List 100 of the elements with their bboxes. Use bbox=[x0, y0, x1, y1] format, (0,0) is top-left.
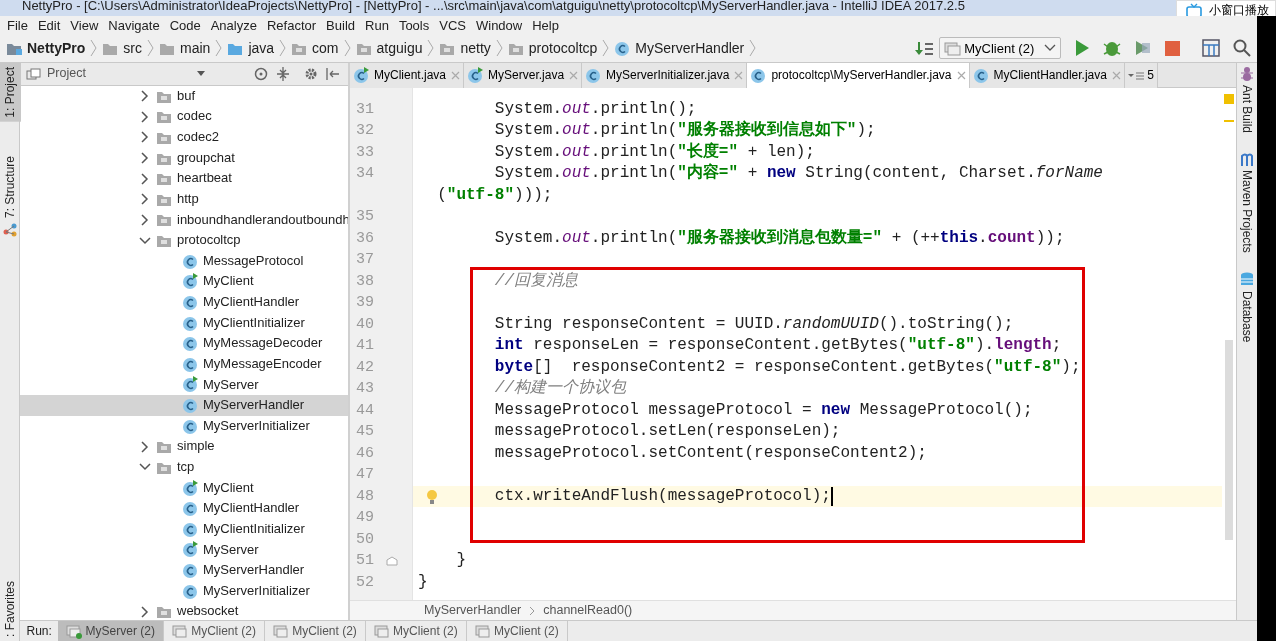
breadcrumb-item[interactable]: protocoltcp bbox=[528, 37, 598, 59]
tree-item[interactable]: MyClient bbox=[203, 477, 254, 499]
menu-item[interactable]: File bbox=[2, 16, 33, 35]
breadcrumb-item[interactable]: atguigu bbox=[376, 37, 423, 59]
coverage-icon[interactable] bbox=[1133, 39, 1151, 58]
dropdown-icon[interactable] bbox=[196, 70, 206, 78]
menu-item[interactable]: Code bbox=[164, 16, 206, 35]
class-icon bbox=[614, 39, 632, 57]
tree-item[interactable]: MessageProtocol bbox=[203, 250, 304, 272]
tool-window-tab[interactable]: 1: Project bbox=[0, 62, 21, 122]
tree-row-highlight[interactable]: MyServerHandler bbox=[20, 395, 348, 416]
menu-item[interactable]: Edit bbox=[32, 16, 66, 35]
tree-item[interactable]: MyMessageDecoder bbox=[203, 333, 323, 354]
breadcrumb-item[interactable]: NettyPro bbox=[27, 37, 86, 59]
tree-item[interactable]: simple bbox=[177, 436, 215, 458]
tree-item[interactable]: MyServerHandler bbox=[203, 560, 305, 581]
sort-icon[interactable] bbox=[914, 40, 933, 56]
editor-tab[interactable]: MyServerInitializer.java bbox=[582, 62, 748, 88]
bug-icon[interactable] bbox=[1102, 39, 1121, 58]
tree-item[interactable]: codec2 bbox=[177, 127, 219, 148]
menu-item[interactable]: Refactor bbox=[261, 16, 322, 35]
warning-marker-icon[interactable] bbox=[1224, 94, 1234, 105]
project-view-icon bbox=[26, 67, 41, 80]
code-line: messageProtocol.setLen(responseLen); bbox=[494, 421, 841, 443]
console-icon bbox=[171, 623, 188, 639]
editor-tab[interactable]: MyClient.java bbox=[350, 62, 465, 88]
tree-item[interactable]: MyClientHandler bbox=[203, 498, 300, 519]
tree-item[interactable]: http bbox=[177, 188, 199, 210]
tree-item[interactable]: MyClientHandler bbox=[203, 292, 300, 313]
tree-item[interactable]: websocket bbox=[177, 601, 239, 620]
run-configuration-dropdown[interactable]: MyClient (2) bbox=[938, 37, 1061, 60]
menu-item[interactable]: Help bbox=[527, 16, 564, 35]
folder-icon bbox=[156, 109, 173, 125]
tree-item[interactable]: MyServerInitializer bbox=[203, 580, 310, 602]
tool-window-tab[interactable]: Ant Build bbox=[1238, 85, 1256, 134]
code-line: System.out.println("服务器接收到消息包数量=" + (++this.count)); bbox=[494, 227, 1065, 249]
close-icon[interactable] bbox=[956, 70, 966, 80]
breadcrumb-item[interactable]: src bbox=[123, 37, 143, 59]
menu-item[interactable]: Run bbox=[360, 16, 394, 35]
panel-title[interactable]: Project bbox=[47, 64, 86, 84]
class-icon bbox=[182, 541, 199, 559]
maven-icon[interactable] bbox=[1240, 152, 1254, 167]
line-number: 41 bbox=[355, 336, 374, 357]
stop-icon[interactable] bbox=[1163, 39, 1181, 57]
tree-item[interactable]: MyClient bbox=[203, 271, 254, 293]
tree-item[interactable]: MyServer bbox=[203, 539, 259, 561]
tree-item[interactable]: groupchat bbox=[177, 147, 235, 169]
collapse-all-icon[interactable] bbox=[276, 66, 290, 81]
tool-window-tab[interactable]: Maven Projects bbox=[1238, 170, 1256, 253]
breadcrumb-item[interactable]: MyServerHandler bbox=[635, 37, 745, 59]
tree-item[interactable]: MyClientInitializer bbox=[203, 518, 305, 540]
tree-item[interactable]: MyClientInitializer bbox=[203, 312, 305, 334]
structure-icon[interactable] bbox=[2, 221, 17, 237]
tree-item[interactable]: MyServerHandler bbox=[203, 395, 305, 416]
editor-tab[interactable]: MyClientHandler.java bbox=[969, 62, 1125, 88]
menu-item[interactable]: Tools bbox=[393, 16, 435, 35]
settings-icon[interactable] bbox=[304, 66, 318, 81]
folder-icon bbox=[156, 171, 173, 187]
tv-icon bbox=[1186, 2, 1202, 16]
database-icon[interactable] bbox=[1240, 272, 1254, 288]
menu-item[interactable]: Window bbox=[470, 16, 528, 35]
menu-item[interactable]: View bbox=[65, 16, 104, 35]
hide-panel-icon[interactable] bbox=[326, 66, 340, 81]
tree-item[interactable]: MyMessageEncoder bbox=[203, 353, 322, 375]
tree-item[interactable]: codec bbox=[177, 106, 212, 128]
editor-tab[interactable]: MyServer.java bbox=[464, 62, 583, 88]
breadcrumb-item[interactable]: netty bbox=[460, 37, 491, 59]
breadcrumb-item[interactable]: channelRead0() bbox=[543, 601, 633, 620]
breadcrumb-item[interactable]: java bbox=[248, 37, 275, 59]
breadcrumb-item[interactable]: MyServerHandler bbox=[424, 601, 522, 620]
tree-item[interactable]: buf bbox=[177, 85, 196, 107]
menu-item[interactable]: Build bbox=[321, 16, 360, 35]
project-structure-icon[interactable] bbox=[1201, 39, 1220, 58]
scrollbar-thumb[interactable] bbox=[1225, 340, 1233, 540]
search-icon[interactable] bbox=[1232, 39, 1251, 58]
change-marker-icon[interactable] bbox=[1224, 120, 1234, 123]
locate-icon[interactable] bbox=[254, 66, 268, 81]
tree-item[interactable]: heartbeat bbox=[177, 168, 232, 189]
breadcrumb-item[interactable]: com bbox=[312, 37, 339, 59]
tree-item[interactable]: protocoltcp bbox=[177, 230, 241, 251]
tree-item[interactable]: MyServer bbox=[203, 374, 259, 396]
breadcrumb-item[interactable]: main bbox=[180, 37, 211, 59]
tool-window-tab[interactable]: : Favorites bbox=[0, 577, 21, 641]
mini-window-button[interactable]: 小窗口播放 bbox=[1176, 0, 1276, 16]
ant-icon[interactable] bbox=[1240, 66, 1254, 83]
tool-window-tab[interactable]: Database bbox=[1238, 290, 1256, 342]
run-icon[interactable] bbox=[1073, 39, 1090, 58]
line-number: 38 bbox=[355, 271, 374, 292]
tool-window-tab[interactable]: 7: Structure bbox=[0, 151, 21, 222]
menu-item[interactable]: VCS bbox=[434, 16, 471, 35]
code-line: } bbox=[418, 571, 428, 593]
code-line: messageProtocol.setContent(responseContent2); bbox=[494, 442, 927, 464]
menu-item[interactable]: Navigate bbox=[103, 16, 165, 35]
run-tab[interactable]: MyServer (2) bbox=[58, 620, 164, 641]
editor-tab[interactable]: protocoltcp\MyServerHandler.java bbox=[747, 62, 970, 88]
menu-item[interactable]: Analyze bbox=[205, 16, 262, 35]
lightbulb-icon[interactable] bbox=[426, 488, 438, 504]
tree-item[interactable]: tcp bbox=[177, 457, 195, 478]
tree-item[interactable]: MyServerInitializer bbox=[203, 415, 310, 437]
chevron-icon bbox=[147, 39, 155, 58]
